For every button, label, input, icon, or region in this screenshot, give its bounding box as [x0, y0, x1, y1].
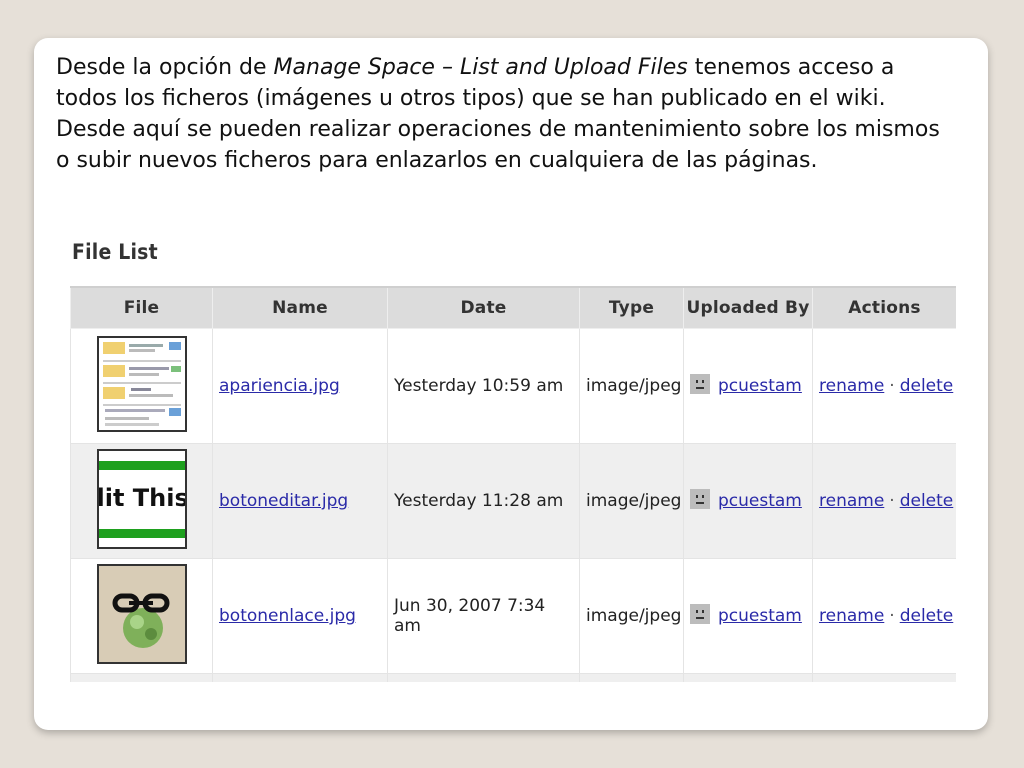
type-cell: image/jpeg: [579, 558, 684, 674]
date-cell: Yesterday 11:28 am: [387, 443, 580, 559]
file-cell: [70, 673, 213, 682]
column-header-file[interactable]: File: [70, 286, 213, 329]
column-header-date[interactable]: Date: [387, 286, 580, 329]
name-cell: [212, 673, 388, 682]
date-cell: [387, 673, 580, 682]
name-cell: botonenlace.jpg: [212, 558, 388, 674]
file-list-title: File List: [72, 240, 158, 264]
user-avatar-icon: [690, 604, 710, 624]
file-table: File Name Date Type Uploaded By Actions: [70, 286, 956, 682]
date-cell: Jun 30, 2007 7:34 am: [387, 558, 580, 674]
action-separator: ·: [889, 491, 895, 511]
column-header-uploaded-by[interactable]: Uploaded By: [683, 286, 813, 329]
user-avatar-icon: [690, 489, 710, 509]
link-globe-thumbnail-icon[interactable]: [96, 563, 187, 664]
file-cell: [70, 558, 213, 674]
description-text: Desde la opción de Manage Space – List a…: [56, 52, 956, 176]
table-row-partial: [70, 673, 956, 682]
column-header-type[interactable]: Type: [579, 286, 684, 329]
delete-link[interactable]: delete: [900, 376, 954, 396]
file-name-link[interactable]: apariencia.jpg: [219, 376, 340, 396]
column-header-actions: Actions: [812, 286, 956, 329]
user-link[interactable]: pcuestam: [718, 491, 802, 511]
date-cell: Yesterday 10:59 am: [387, 328, 580, 444]
type-cell: image/jpeg: [579, 443, 684, 559]
rename-link[interactable]: rename: [819, 376, 884, 396]
action-separator: ·: [889, 376, 895, 396]
delete-link[interactable]: delete: [900, 606, 954, 626]
actions-cell: rename · delete: [812, 443, 956, 559]
description-part1: Desde la opción de: [56, 55, 274, 80]
rename-link[interactable]: rename: [819, 491, 884, 511]
slide-card: Desde la opción de Manage Space – List a…: [34, 38, 988, 730]
file-name-link[interactable]: botonenlace.jpg: [219, 606, 356, 626]
table-row: botonenlace.jpg Jun 30, 2007 7:34 am ima…: [70, 558, 956, 674]
table-row: apariencia.jpg Yesterday 10:59 am image/…: [70, 328, 956, 444]
actions-cell: rename · delete: [812, 558, 956, 674]
user-link[interactable]: pcuestam: [718, 606, 802, 626]
type-cell: [579, 673, 684, 682]
delete-link[interactable]: delete: [900, 491, 954, 511]
uploaded-by-cell: [683, 673, 813, 682]
user-link[interactable]: pcuestam: [718, 376, 802, 396]
thumbnail-text: lit This: [96, 483, 187, 512]
name-cell: apariencia.jpg: [212, 328, 388, 444]
file-name-link[interactable]: botoneditar.jpg: [219, 491, 348, 511]
uploaded-by-cell: pcuestam: [683, 443, 813, 559]
uploaded-by-cell: pcuestam: [683, 328, 813, 444]
description-menu-path: Manage Space – List and Upload Files: [273, 55, 688, 80]
actions-cell: rename · delete: [812, 328, 956, 444]
action-separator: ·: [889, 606, 895, 626]
column-header-name[interactable]: Name: [212, 286, 388, 329]
user-avatar-icon: [690, 374, 710, 394]
name-cell: botoneditar.jpg: [212, 443, 388, 559]
screenshot-thumbnail-icon[interactable]: [96, 335, 187, 432]
file-list-screenshot: File List File Name Date Type Uploaded B…: [70, 234, 956, 682]
edit-this-button-thumbnail-icon[interactable]: lit This: [96, 448, 187, 549]
type-cell: image/jpeg: [579, 328, 684, 444]
file-cell: lit This: [70, 443, 213, 559]
actions-cell: [812, 673, 956, 682]
table-row: lit This botoneditar.jpg Yesterday 11:28…: [70, 443, 956, 559]
uploaded-by-cell: pcuestam: [683, 558, 813, 674]
file-cell: [70, 328, 213, 444]
table-header-row: File Name Date Type Uploaded By Actions: [70, 286, 956, 329]
rename-link[interactable]: rename: [819, 606, 884, 626]
